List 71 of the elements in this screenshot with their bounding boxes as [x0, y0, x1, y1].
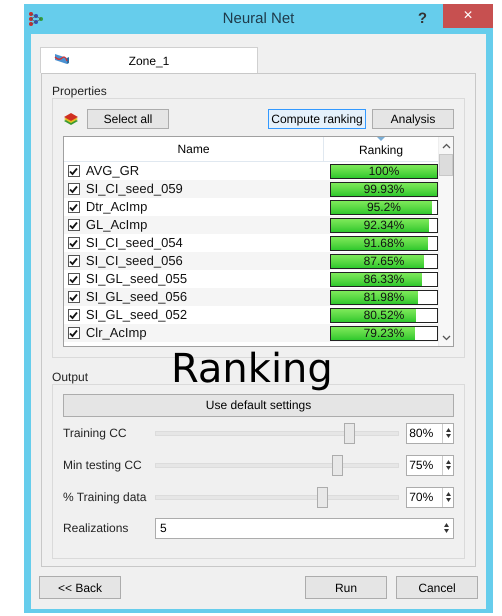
table-cell-text: GL_AcImp: [86, 216, 148, 234]
table-cell-text: SI_CI_seed_056: [86, 252, 184, 270]
checkbox[interactable]: [68, 327, 80, 339]
ranking-value: 86.33%: [362, 272, 406, 286]
checkbox[interactable]: [68, 201, 80, 213]
slider-label: Training CC: [63, 425, 128, 442]
slider-label: % Training data: [63, 489, 148, 506]
network-icon: [28, 11, 44, 27]
ranking-value: 92.34%: [362, 218, 406, 232]
select-all-button[interactable]: Select all: [87, 109, 169, 129]
checkbox[interactable]: [68, 165, 80, 177]
spin-arrows-icon: [442, 456, 453, 474]
table-cell-text: Clr_AcImp: [86, 324, 148, 342]
ranking-value: 99.93%: [362, 182, 406, 196]
sort-indicator-icon: [377, 137, 385, 141]
table-cell-text: SI_CI_seed_059: [86, 180, 184, 198]
checkbox[interactable]: [68, 309, 80, 321]
compute-ranking-button[interactable]: Compute ranking: [268, 109, 366, 129]
slider-thumb[interactable]: [332, 454, 344, 476]
group-title: Output: [52, 369, 90, 384]
table-cell-text: SI_GL_seed_056: [86, 288, 188, 306]
stacked-layers-icon: [63, 112, 79, 126]
column-header[interactable]: Ranking: [324, 137, 438, 161]
default-settings-button[interactable]: Use default settings: [63, 394, 454, 416]
percent-spinbox[interactable]: 70%: [406, 486, 454, 508]
help-button[interactable]: ?: [418, 8, 427, 30]
scrollbar[interactable]: [438, 137, 453, 346]
column-header[interactable]: Name: [64, 137, 324, 161]
field-label: Realizations: [63, 520, 130, 537]
ranking-value: 79.23%: [362, 326, 406, 340]
table-cell-text: SI_CI_seed_054: [86, 234, 184, 252]
overlay-caption: Ranking: [171, 345, 333, 393]
slider[interactable]: [154, 486, 400, 508]
scroll-up-icon[interactable]: [442, 143, 450, 149]
checkbox[interactable]: [68, 255, 80, 267]
window-title: Neural Net: [222, 8, 294, 29]
checkbox[interactable]: [68, 237, 80, 249]
back-button[interactable]: << Back: [39, 576, 121, 599]
table-cell-text: SI_GL_seed_055: [86, 270, 188, 288]
table-cell-text: AVG_GR: [86, 162, 140, 180]
table-cell-text: SI_GL_seed_052: [86, 306, 188, 324]
checkbox[interactable]: [68, 219, 80, 231]
checkbox[interactable]: [68, 273, 80, 285]
group-title: Properties: [52, 83, 108, 98]
analysis-button[interactable]: Analysis: [372, 109, 454, 129]
ranking-value: 91.68%: [362, 236, 406, 250]
ranking-value: 100%: [368, 164, 400, 178]
layer-icon: [54, 53, 70, 65]
slider[interactable]: [154, 454, 400, 476]
scrollbar-thumb[interactable]: [439, 154, 453, 176]
close-button[interactable]: ×: [443, 4, 493, 28]
spin-arrows-icon: [442, 488, 453, 506]
cancel-button[interactable]: Cancel: [396, 576, 478, 599]
zone-tab[interactable]: Zone_1: [40, 47, 258, 73]
checkbox[interactable]: [68, 183, 80, 195]
ranking-value: 95.2%: [366, 200, 402, 214]
slider-thumb[interactable]: [317, 486, 328, 508]
checkbox[interactable]: [68, 291, 80, 303]
slider[interactable]: [154, 422, 400, 444]
slider-label: Min testing CC: [63, 457, 143, 474]
ranking-value: 81.98%: [362, 290, 406, 304]
run-button[interactable]: Run: [305, 576, 387, 599]
realizations-spinbox[interactable]: 5: [155, 518, 454, 538]
percent-spinbox[interactable]: 80%: [406, 422, 454, 444]
table-cell-text: Dtr_AcImp: [86, 198, 148, 216]
percent-spinbox[interactable]: 75%: [406, 454, 454, 476]
ranking-value: 80.52%: [362, 308, 406, 322]
slider-thumb[interactable]: [344, 422, 356, 444]
spin-arrows-icon: [442, 424, 453, 442]
ranking-value: 87.65%: [362, 254, 406, 268]
scroll-down-icon[interactable]: [442, 335, 450, 341]
